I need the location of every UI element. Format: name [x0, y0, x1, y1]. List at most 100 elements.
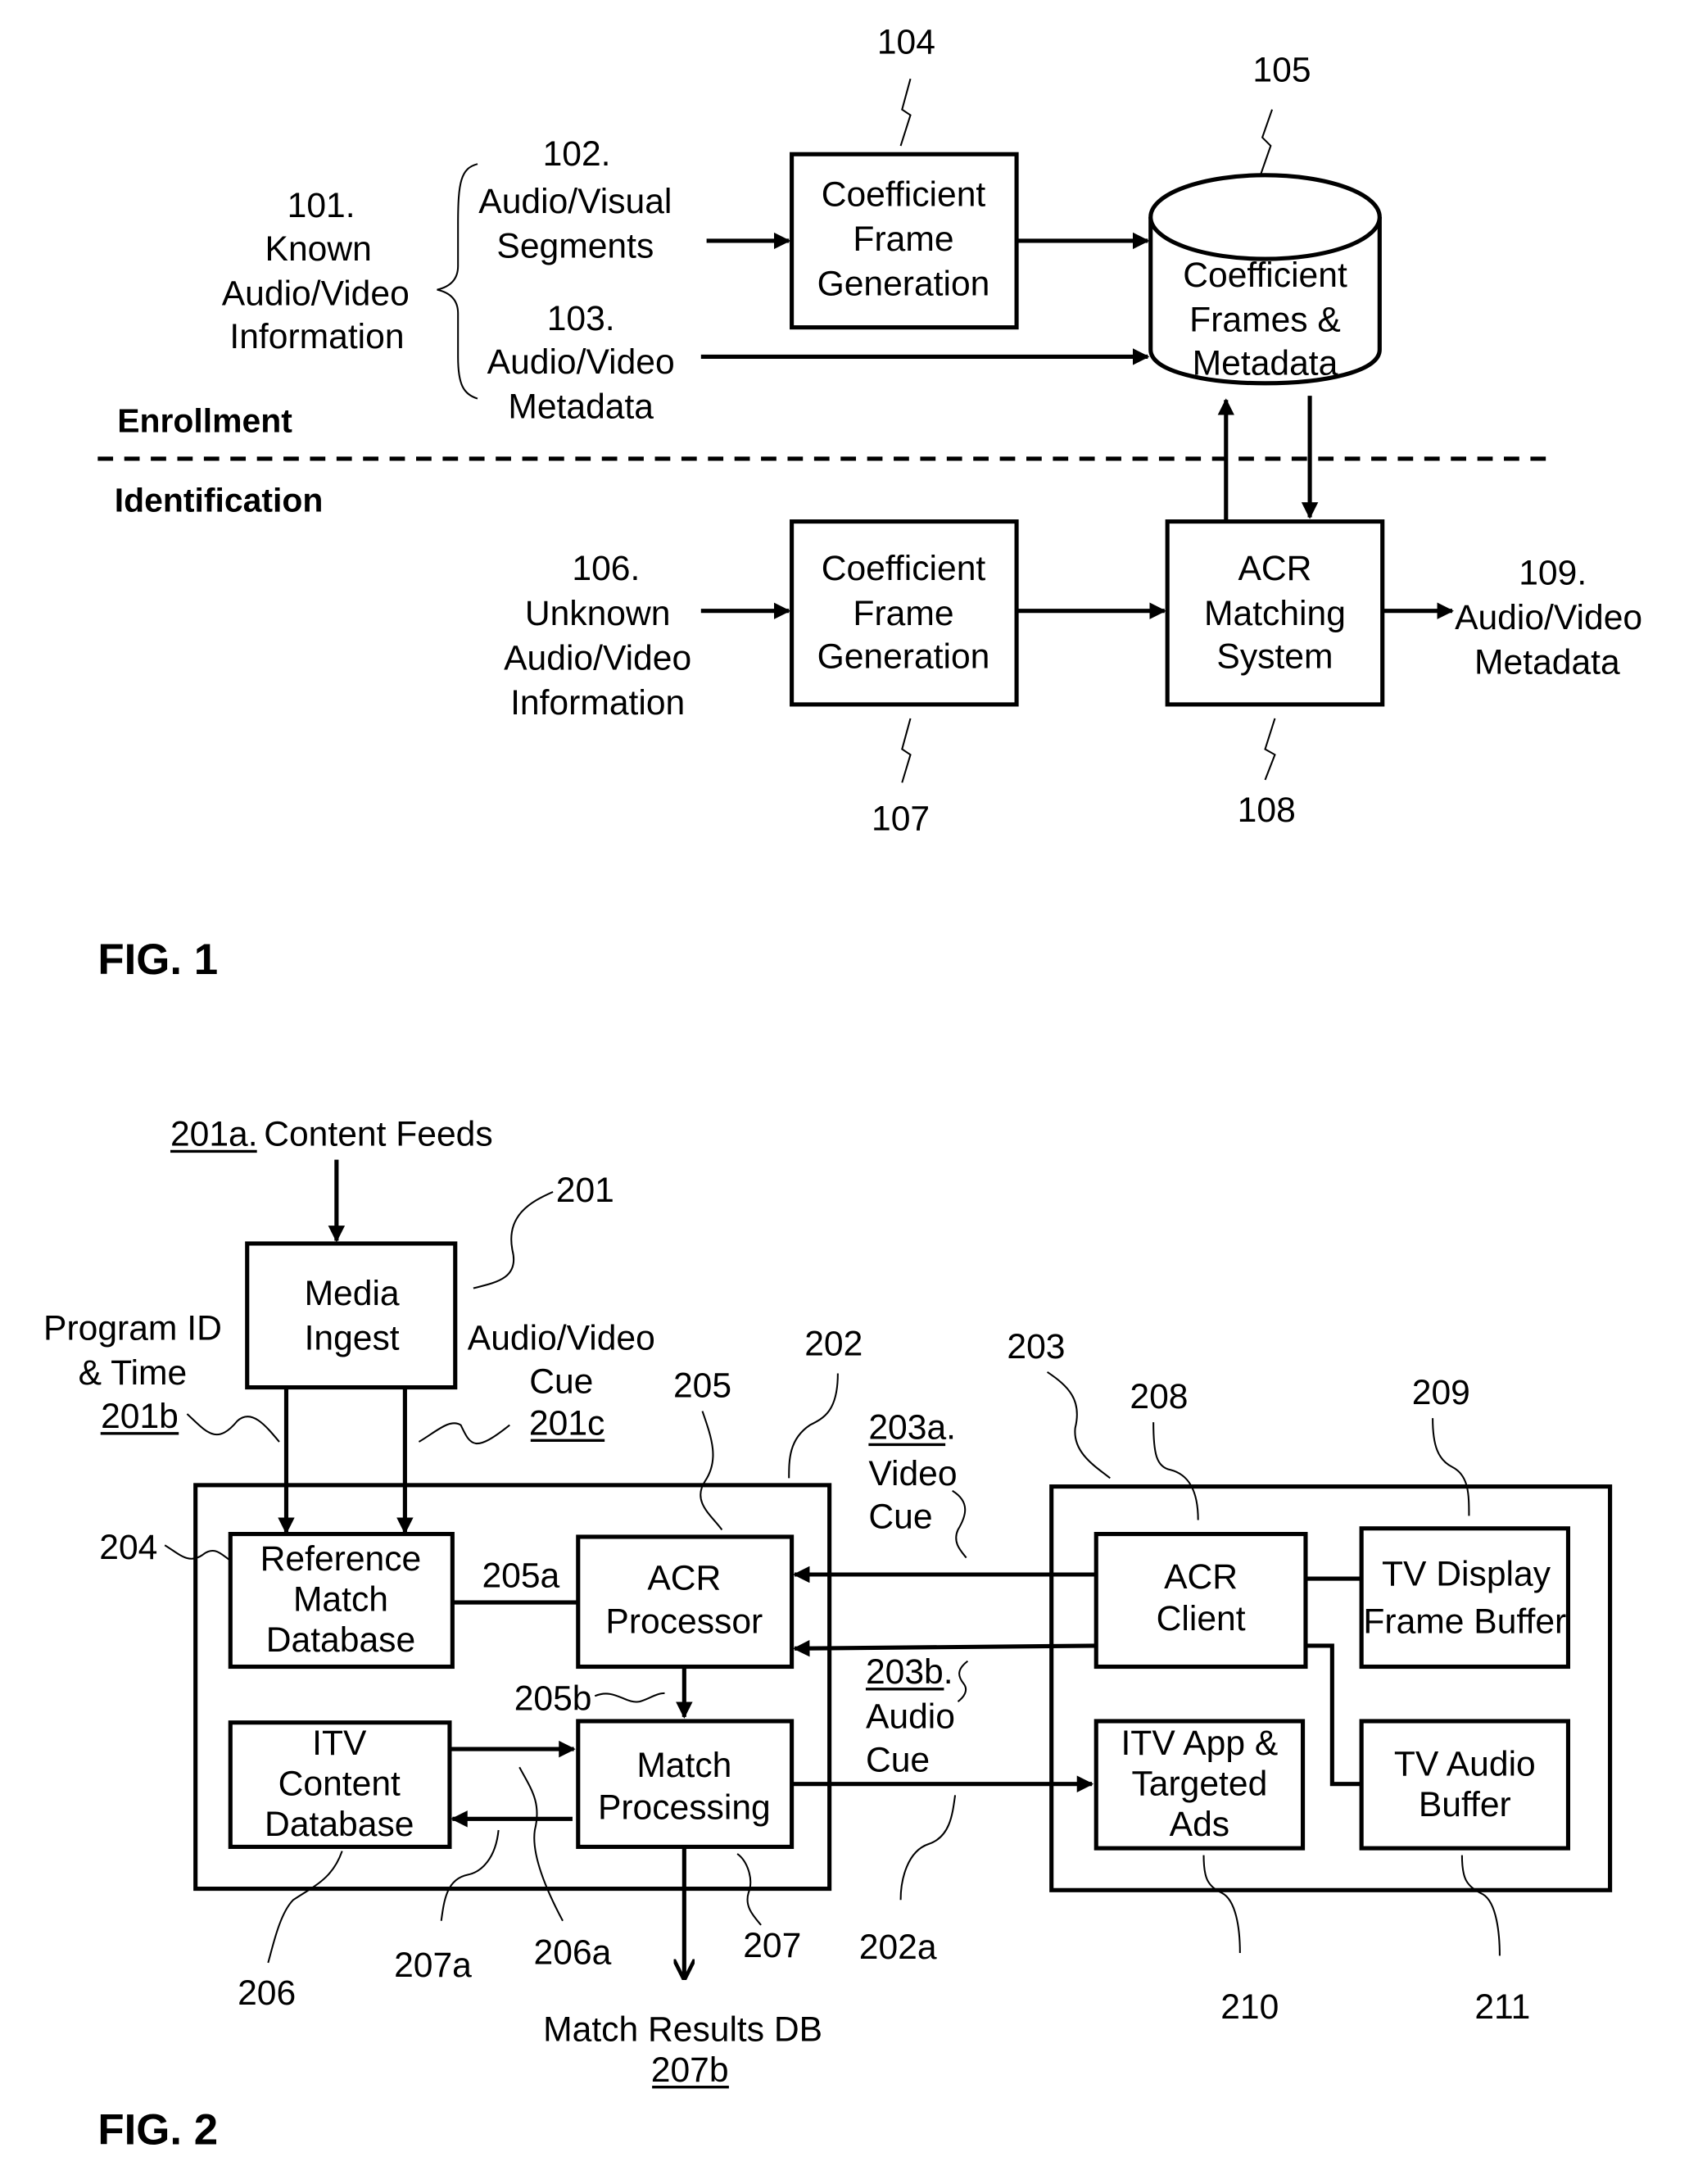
- label-line: Match: [293, 1579, 388, 1619]
- label-line: Audio/Visual: [478, 182, 672, 221]
- reference-match-db-box: Reference Match Database: [228, 1532, 455, 1670]
- ref-201c: 201c: [529, 1404, 604, 1443]
- section-identification: Identification: [115, 482, 324, 519]
- label-line: TV Display: [1382, 1555, 1551, 1594]
- ref-207b: 207b: [651, 2050, 729, 2090]
- program-id-label: Program ID & Time 201b: [43, 1309, 222, 1436]
- leader-208: [1152, 1422, 1199, 1520]
- label-line: Cue: [866, 1740, 930, 1779]
- label-line: Frame: [853, 594, 953, 633]
- known-av-info-label: 101. Known Audio/Video Information: [222, 186, 410, 356]
- label-line: & Time: [79, 1353, 188, 1393]
- media-ingest-box: Media Ingest: [245, 1241, 458, 1390]
- leader-204: [164, 1544, 234, 1563]
- ref-103: 103.: [547, 299, 615, 338]
- label-line: Video: [868, 1454, 957, 1493]
- label-line: Program ID: [43, 1309, 222, 1348]
- content-feeds-text: Content Feeds: [264, 1115, 493, 1154]
- ref-108: 108: [1238, 791, 1296, 830]
- label-line: Ads: [1170, 1805, 1229, 1844]
- label-line: TV Audio: [1394, 1744, 1536, 1783]
- label-line: Processor: [605, 1602, 763, 1642]
- acr-matching-system-box: ACR Matching System: [1165, 519, 1385, 707]
- ref-204: 204: [99, 1528, 157, 1567]
- label-line: Coefficient: [822, 174, 986, 214]
- label-line: Known: [265, 229, 372, 269]
- label-line: Audio/Video: [468, 1319, 655, 1358]
- ref-201b: 201b: [101, 1397, 179, 1436]
- ref-105: 105: [1252, 51, 1311, 90]
- ref-205: 205: [673, 1366, 731, 1405]
- ref-202a: 202a: [859, 1928, 937, 1967]
- link-client-audiobuffer: [1305, 1643, 1362, 1787]
- leader-209: [1432, 1418, 1470, 1516]
- content-feeds-label: 201a. Content Feeds: [170, 1115, 493, 1154]
- fig2-caption: FIG. 2: [97, 2106, 218, 2155]
- label-line: Audio/Video: [222, 274, 410, 313]
- av-cue-label: Audio/Video Cue 201c: [468, 1319, 655, 1443]
- ref-208: 208: [1130, 1377, 1188, 1416]
- label-line: Generation: [817, 637, 990, 677]
- av-segments-label: 102. Audio/Visual Segments: [478, 134, 672, 266]
- section-enrollment: Enrollment: [117, 401, 292, 439]
- tv-frame-buffer-box: TV Display Frame Buffer: [1359, 1526, 1571, 1670]
- match-processing-box: Match Processing: [576, 1719, 795, 1849]
- ref-203b: 203b.: [866, 1652, 953, 1692]
- label-line: Audio: [866, 1697, 955, 1737]
- fig1: 101. Known Audio/Video Information 102. …: [97, 23, 1642, 984]
- label-line: ITV App &: [1121, 1724, 1278, 1763]
- label-line: Metadata: [1193, 344, 1338, 383]
- fig2: 201a. Content Feeds 201 Media Ingest Pro…: [43, 1115, 1613, 2155]
- label-line: Matching: [1204, 594, 1346, 633]
- label-line: Content: [278, 1764, 401, 1803]
- leader-104: [899, 78, 912, 147]
- label-line: Client: [1157, 1599, 1246, 1638]
- leader-205b: [594, 1692, 665, 1703]
- ref-202: 202: [804, 1324, 863, 1363]
- ref-106: 106.: [572, 549, 640, 588]
- leader-203b: [957, 1660, 969, 1702]
- label-line: ACR: [1238, 549, 1311, 588]
- label-line: ACR: [647, 1559, 721, 1598]
- patent-figure-sheet: 101. Known Audio/Video Information 102. …: [43, 23, 1642, 2155]
- ref-206a: 206a: [534, 1933, 612, 1973]
- fig1-caption: FIG. 1: [97, 936, 218, 984]
- ref-207a: 207a: [394, 1946, 472, 1985]
- label-line: System: [1216, 637, 1333, 677]
- leader-202: [788, 1373, 839, 1479]
- ref-206: 206: [238, 1973, 296, 2013]
- ref-205a: 205a: [482, 1556, 559, 1595]
- unknown-av-info-label: 106. Unknown Audio/Video Information: [504, 549, 691, 723]
- label-line: Cue: [529, 1362, 593, 1401]
- label-line: Generation: [817, 264, 990, 303]
- label-line: Buffer: [1419, 1785, 1511, 1824]
- label-line: Processing: [598, 1788, 771, 1827]
- ref-104: 104: [877, 23, 935, 62]
- grouping-brace: [437, 163, 478, 400]
- ref-211: 211: [1474, 1987, 1530, 2027]
- label-line: Database: [265, 1805, 414, 1844]
- label-line: Metadata: [1474, 642, 1620, 682]
- label-line: Segments: [496, 226, 654, 265]
- label-line: Unknown: [525, 594, 671, 633]
- leader-210: [1202, 1855, 1241, 1953]
- leader-202a: [899, 1795, 957, 1901]
- leader-206a: [518, 1766, 564, 1922]
- ref-203: 203: [1007, 1327, 1065, 1366]
- coef-gen-box-identify: Coefficient Frame Generation: [790, 519, 1019, 707]
- leader-107: [901, 718, 912, 783]
- acr-client-box: ACR Client: [1094, 1532, 1308, 1670]
- label-line: ACR: [1164, 1557, 1238, 1597]
- ref-210: 210: [1220, 1987, 1279, 2027]
- ref-102: 102.: [543, 134, 611, 174]
- ref-203a: 203a.: [868, 1408, 956, 1448]
- av-metadata-in-label: 103. Audio/Video Metadata: [487, 299, 675, 426]
- coef-frames-database: Coefficient Frames & Metadata: [1148, 173, 1382, 386]
- label-line: Media: [305, 1274, 400, 1313]
- ref-205b: 205b: [514, 1679, 592, 1718]
- leader-201c: [418, 1422, 510, 1444]
- label-line: Reference: [260, 1539, 422, 1579]
- label-line: Database: [266, 1620, 415, 1660]
- leader-108: [1264, 718, 1276, 781]
- leader-201b: [186, 1413, 280, 1443]
